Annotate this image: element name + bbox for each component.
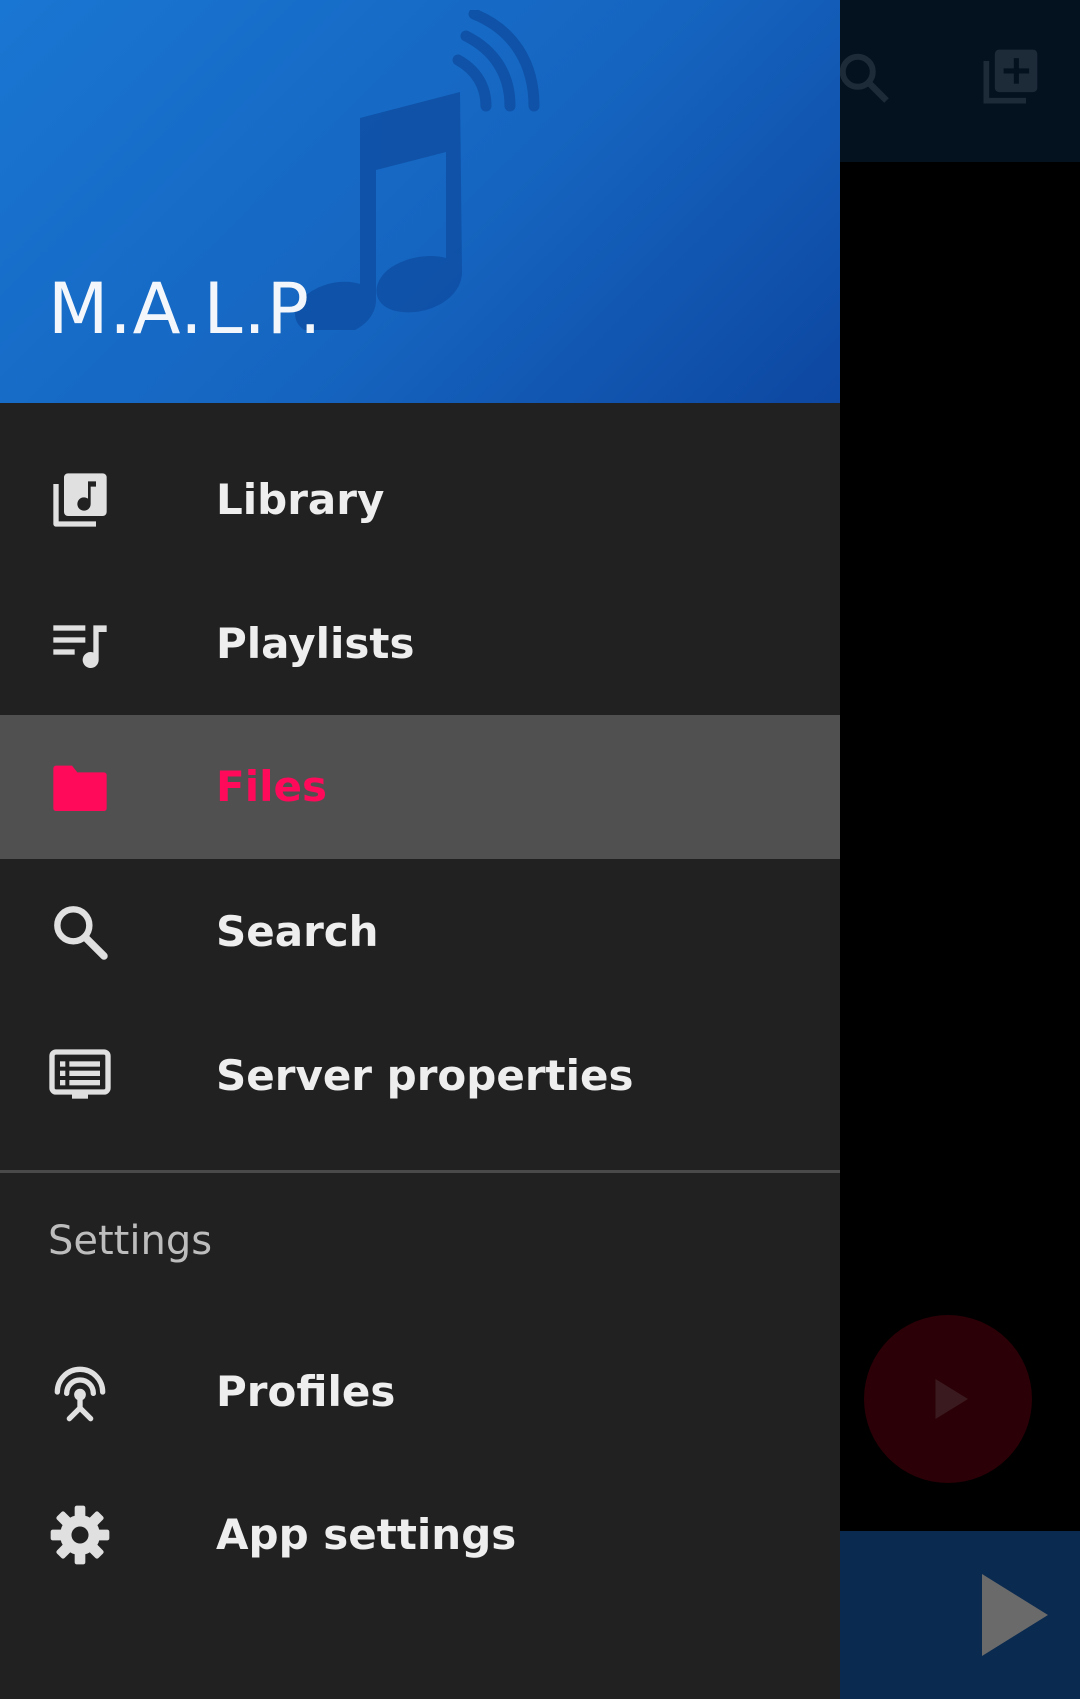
nav-item-library[interactable]: Library [0,428,840,572]
search-icon[interactable] [834,48,894,108]
queue-music-icon [53,625,107,668]
nav-item-server-properties[interactable]: Server properties [0,1004,840,1148]
nav-item-playlists[interactable]: Playlists [0,572,840,716]
settings-section-header: Settings [48,1218,213,1264]
nav-item-label: Server properties [216,1051,634,1100]
drawer-header: M.A.L.P. [0,0,840,403]
gear-icon [50,1505,110,1565]
play-fab[interactable] [864,1315,1032,1483]
library-music-icon [53,473,107,527]
navigation-drawer: M.A.L.P. Library Playlists Files Search … [0,0,840,1699]
nav-item-files[interactable]: Files [0,715,840,859]
profiles-icon [54,1366,106,1422]
server-properties-icon [49,1049,111,1099]
nav-item-label: Playlists [216,619,415,668]
play-icon[interactable] [978,1570,1052,1660]
search-icon [54,906,108,960]
nav-item-label: Library [216,475,385,524]
nav-item-label: Files [216,762,327,811]
play-icon [935,1379,968,1419]
nav-item-label: App settings [216,1510,517,1559]
add-to-queue-icon[interactable] [975,44,1043,112]
music-note-icon [295,10,540,330]
nav-item-profiles[interactable]: Profiles [0,1320,840,1464]
folder-icon [53,765,107,811]
divider [0,1170,840,1173]
nav-item-search[interactable]: Search [0,860,840,1004]
app-title: M.A.L.P. [48,268,323,350]
nav-item-label: Search [216,907,379,956]
nav-item-app-settings[interactable]: App settings [0,1463,840,1607]
nav-item-label: Profiles [216,1367,396,1416]
